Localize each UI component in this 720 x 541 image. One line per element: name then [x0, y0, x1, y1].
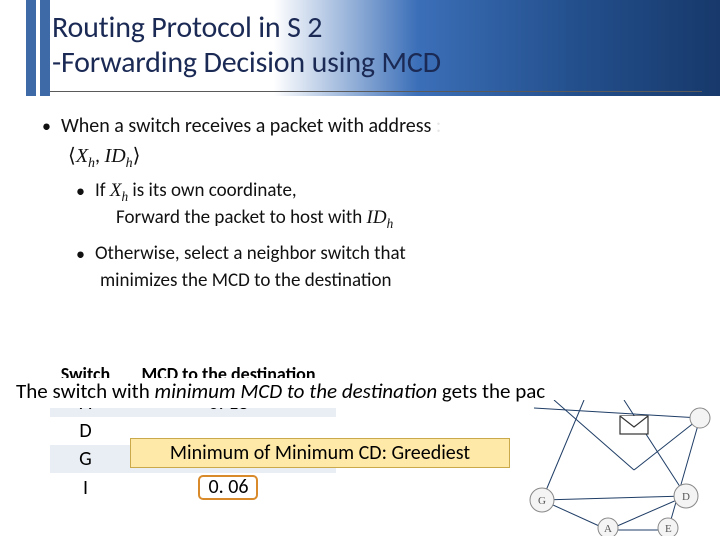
- network-graph-icon: G D E A: [514, 400, 714, 536]
- text: is its own coordinate,: [128, 179, 297, 202]
- body-line: Forward the packet to host with IDh: [116, 206, 700, 232]
- text: ,: [95, 144, 105, 168]
- text-emphasis: minimum MCD to the destination: [155, 378, 438, 404]
- bullet-icon: •: [76, 242, 85, 267]
- math-var: X: [110, 180, 122, 201]
- node-label: E: [665, 523, 672, 535]
- text: Forward the packet to host with: [116, 206, 367, 229]
- body-line: If Xh is its own coordinate,: [95, 179, 297, 205]
- table-row: I 0. 06: [50, 473, 336, 502]
- text-faint: :: [436, 114, 441, 138]
- slide-body: • When a switch receives a packet with a…: [0, 96, 720, 294]
- address-expr: ⟨Xh, IDh⟩: [68, 144, 700, 173]
- table-cell: D: [50, 417, 121, 445]
- body-line: When a switch receives a packet with add…: [61, 114, 441, 140]
- bullet-icon: •: [42, 114, 51, 140]
- slide-title-line2: -Forwarding Decision using MCD: [52, 45, 720, 80]
- bullet-icon: •: [76, 179, 85, 205]
- math-sub: h: [126, 156, 133, 171]
- text: If: [95, 179, 110, 202]
- body-line: minimizes the MCD to the destination: [100, 269, 700, 293]
- bracket-icon: ⟨: [68, 145, 76, 167]
- math-var: X: [76, 145, 88, 167]
- table-cell: I: [50, 473, 121, 502]
- title-accent-bar-icon: [26, 0, 36, 96]
- table-cell: G: [50, 445, 121, 473]
- overlay-note-box: Minimum of Minimum CD: Greediest: [130, 438, 510, 468]
- math-var: ID: [367, 207, 387, 228]
- title-area: Routing Protocol in S 2 -Forwarding Deci…: [0, 0, 720, 96]
- table-cell: 0. 06: [121, 473, 336, 502]
- bracket-icon: ⟩: [133, 145, 141, 167]
- title-underline: [50, 91, 702, 92]
- math-sub: h: [88, 156, 95, 171]
- node-label: A: [604, 523, 612, 535]
- text: Otherwise, select a neighbor switch that: [95, 242, 406, 265]
- math-var: ID: [105, 145, 126, 167]
- highlighted-cell: 0. 06: [198, 475, 258, 500]
- text: When a switch receives a packet with add…: [61, 114, 431, 138]
- text: The switch with: [16, 378, 155, 404]
- math-sub: h: [387, 216, 394, 231]
- title-accent-bar-icon: [40, 0, 50, 96]
- body-line: Otherwise, select a neighbor switch that: [95, 242, 406, 267]
- node-label: D: [682, 491, 690, 503]
- node-label: G: [538, 495, 546, 507]
- slide-title-line1: Routing Protocol in S 2: [52, 10, 720, 45]
